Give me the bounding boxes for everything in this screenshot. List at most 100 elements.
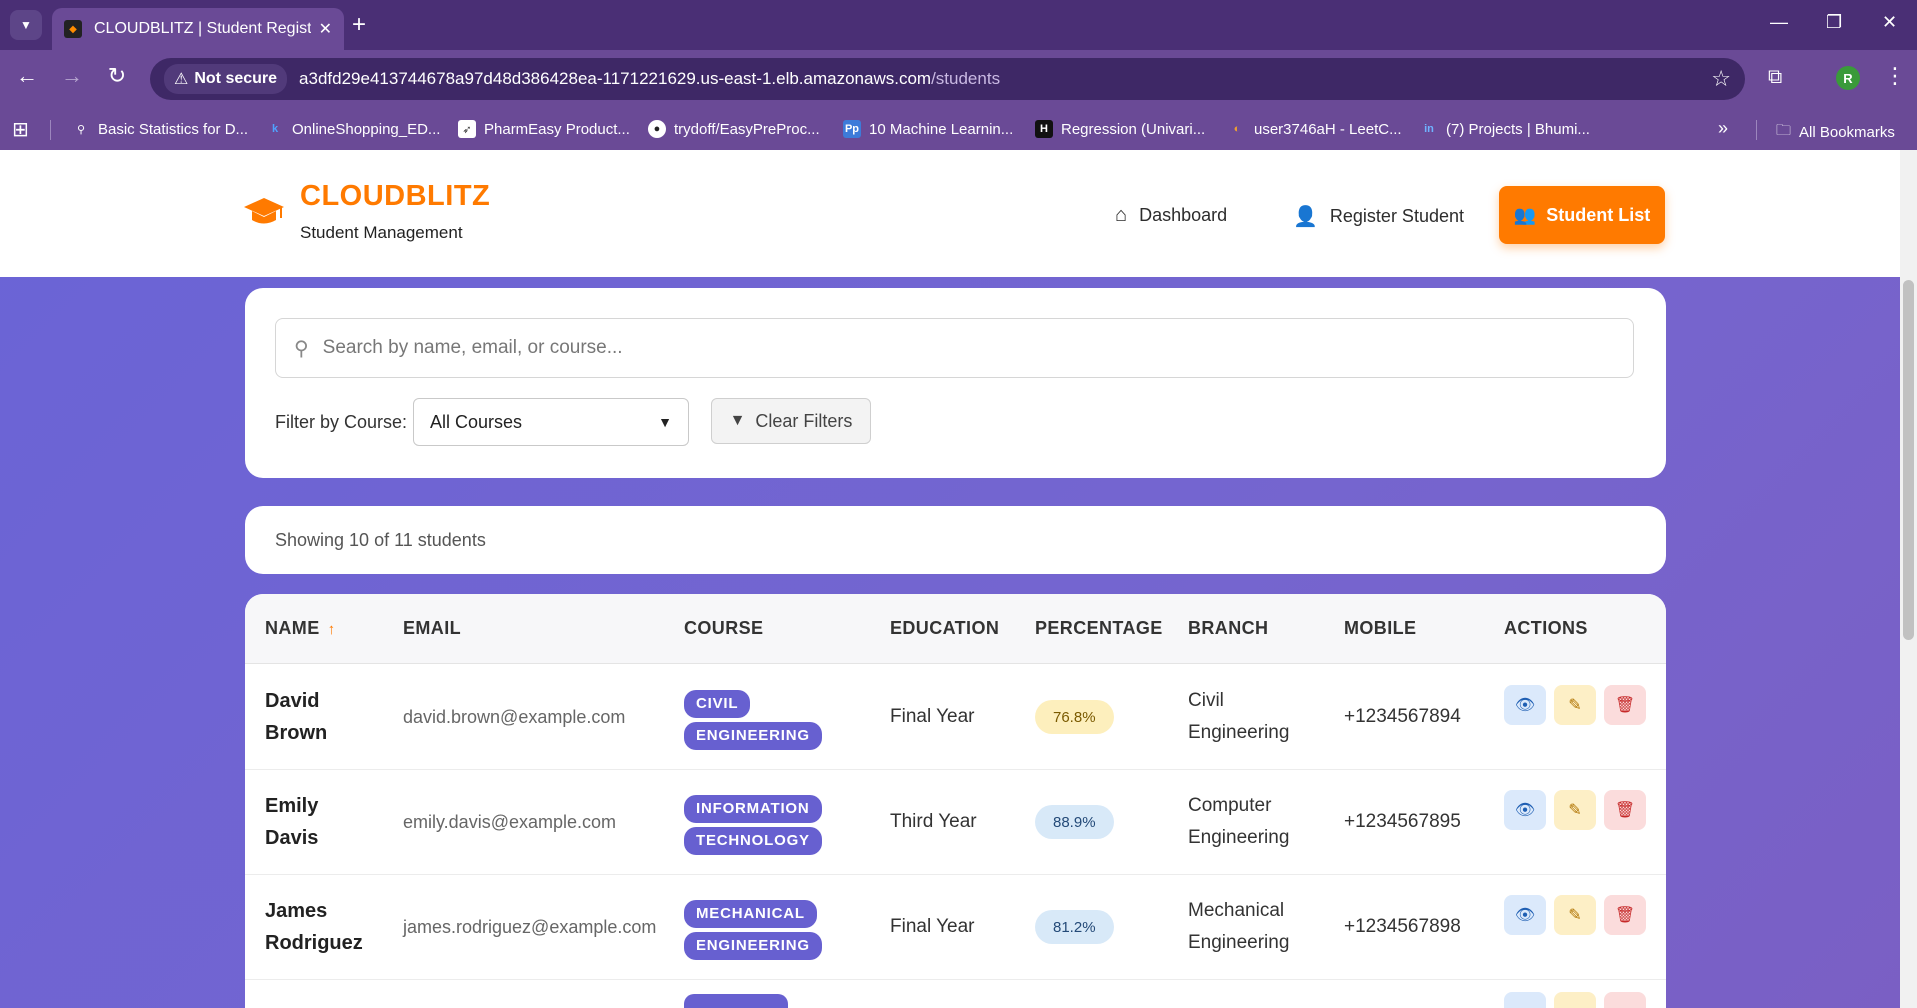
- view-button[interactable]: 👁: [1504, 895, 1546, 935]
- edit-button[interactable]: ✎: [1554, 895, 1596, 935]
- edit-button[interactable]: ✎: [1554, 685, 1596, 725]
- nav-register-label: Register Student: [1329, 206, 1464, 226]
- address-bar[interactable]: ⚠ Not secure a3dfd29e413744678a97d48d386…: [150, 58, 1745, 100]
- profile-avatar[interactable]: R: [1836, 66, 1860, 90]
- nav-student-list[interactable]: 👥 Student List: [1499, 186, 1665, 244]
- course-badge-line: INFORMATION: [684, 795, 822, 823]
- percentage-badge: 76.8%: [1035, 700, 1114, 734]
- view-button-partial[interactable]: [1504, 992, 1546, 1008]
- h-icon: H: [1035, 120, 1053, 138]
- view-button[interactable]: 👁: [1504, 685, 1546, 725]
- bookmark-item[interactable]: H Regression (Univari...: [1035, 120, 1205, 138]
- student-email: david.brown@example.com: [403, 707, 626, 727]
- trash-icon: 🗑: [1614, 802, 1636, 819]
- close-window-icon[interactable]: ✕: [1882, 12, 1897, 33]
- back-arrow-icon[interactable]: ←: [12, 63, 42, 89]
- course-filter-label: Filter by Course:: [275, 412, 408, 432]
- results-count: Showing 10 of 11 students: [275, 530, 486, 550]
- name-line: Brown: [265, 722, 328, 744]
- delete-button[interactable]: 🗑: [1604, 685, 1646, 725]
- all-bookmarks-button[interactable]: 🗀 All Bookmarks: [1776, 120, 1895, 145]
- apps-grid-icon[interactable]: ⊞: [12, 117, 29, 142]
- branch-line: Mechanical: [1188, 900, 1285, 921]
- brand-title[interactable]: CLOUDBLITZ: [300, 180, 490, 213]
- bookmark-item[interactable]: Pp 10 Machine Learnin...: [843, 120, 1013, 138]
- student-education: Third Year: [890, 811, 977, 832]
- column-header-mobile[interactable]: MOBILE: [1344, 618, 1416, 639]
- minimize-window-icon[interactable]: —: [1770, 12, 1788, 33]
- column-header-course[interactable]: COURSE: [684, 618, 763, 639]
- table-row: David Brown david.brown@example.com CIVI…: [245, 665, 1666, 770]
- extensions-icon[interactable]: ⧉: [1768, 66, 1782, 89]
- branch-line: Computer: [1188, 795, 1272, 816]
- close-tab-icon[interactable]: ✕: [319, 19, 332, 39]
- browser-menu-icon[interactable]: ⋮: [1884, 63, 1906, 89]
- all-bookmarks-label: All Bookmarks: [1799, 124, 1895, 141]
- students-table: NAME ↑ EMAIL COURSE EDUCATION PERCENTAGE …: [245, 594, 1666, 1008]
- bookmark-label: trydoff/EasyPreProc...: [674, 120, 820, 138]
- security-label: Not secure: [194, 70, 278, 87]
- reload-icon[interactable]: ↻: [102, 63, 132, 89]
- page-scrollbar[interactable]: [1900, 150, 1917, 1008]
- column-header-email[interactable]: EMAIL: [403, 618, 461, 639]
- name-line: Davis: [265, 827, 319, 849]
- bookmark-item[interactable]: in (7) Projects | Bhumi...: [1420, 120, 1590, 138]
- student-name: James Rodriguez: [265, 895, 363, 959]
- bookmark-item[interactable]: ◐ user3746aH - LeetC...: [1228, 120, 1402, 138]
- restore-window-icon[interactable]: ❐: [1826, 12, 1842, 33]
- edit-button[interactable]: ✎: [1554, 790, 1596, 830]
- bookmark-label: Regression (Univari...: [1061, 120, 1206, 138]
- clear-filters-button[interactable]: ▼ Clear Filters: [711, 398, 871, 444]
- bookmark-star-icon[interactable]: ☆: [1711, 66, 1731, 92]
- delete-button[interactable]: 🗑: [1604, 895, 1646, 935]
- nav-dashboard-label: Dashboard: [1139, 205, 1228, 225]
- linkedin-icon: in: [1424, 123, 1434, 135]
- student-name: Emily Davis: [265, 790, 318, 854]
- browser-tab[interactable]: ◆ CLOUDBLITZ | Student Registrat ✕: [52, 8, 344, 50]
- table-row: James Rodriguez james.rodriguez@example.…: [245, 875, 1666, 980]
- tab-title: CLOUDBLITZ | Student Registrat: [94, 20, 311, 37]
- url-path: /students: [931, 69, 1001, 88]
- name-line: Rodriguez: [265, 932, 363, 954]
- chevron-down-icon: ▼: [20, 18, 32, 32]
- bookmark-item[interactable]: k OnlineShopping_ED...: [266, 120, 441, 138]
- tab-search-button[interactable]: ▼: [10, 10, 42, 40]
- more-bookmarks-icon[interactable]: »: [1718, 118, 1728, 139]
- leetcode-icon: ◐: [1233, 123, 1241, 135]
- course-filter-select[interactable]: All Courses ▼: [413, 398, 689, 446]
- course-filter-value: All Courses: [430, 411, 523, 432]
- folder-icon: 🗀: [1776, 122, 1792, 139]
- nav-student-list-label: Student List: [1546, 204, 1651, 225]
- scrollbar-thumb[interactable]: [1903, 280, 1914, 640]
- student-mobile: +1234567894: [1344, 706, 1461, 727]
- column-header-name[interactable]: NAME ↑: [265, 618, 336, 639]
- new-tab-button[interactable]: +: [352, 12, 366, 38]
- view-button[interactable]: 👁: [1504, 790, 1546, 830]
- search-icon: ⚲: [76, 123, 86, 136]
- branch-line: Civil: [1188, 690, 1224, 711]
- browser-tab-bar: ▼ ◆ CLOUDBLITZ | Student Registrat ✕ + —…: [0, 0, 1917, 50]
- student-email: james.rodriguez@example.com: [403, 917, 657, 937]
- name-line: James: [265, 900, 328, 922]
- nav-register-student[interactable]: 👤 Register Student: [1293, 204, 1464, 229]
- eye-icon: 👁: [1514, 907, 1536, 924]
- search-input[interactable]: ⚲ Search by name, email, or course...: [275, 318, 1634, 378]
- course-badge-line: TECHNOLOGY: [684, 827, 822, 855]
- bookmark-item[interactable]: ⚲ Basic Statistics for D...: [72, 120, 248, 138]
- column-header-education[interactable]: EDUCATION: [890, 618, 999, 639]
- course-badge: INFORMATION TECHNOLOGY: [684, 795, 822, 855]
- bookmark-item[interactable]: ➶ PharmEasy Product...: [458, 120, 630, 138]
- delete-button[interactable]: 🗑: [1604, 790, 1646, 830]
- student-education: Final Year: [890, 706, 975, 727]
- bookmark-item[interactable]: ● trydoff/EasyPreProc...: [648, 120, 820, 138]
- delete-button-partial[interactable]: [1604, 992, 1646, 1008]
- table-header: NAME ↑ EMAIL COURSE EDUCATION PERCENTAGE …: [245, 594, 1666, 664]
- student-education: Final Year: [890, 916, 975, 937]
- forward-arrow-icon[interactable]: →: [57, 63, 87, 89]
- column-header-branch[interactable]: BRANCH: [1188, 618, 1268, 639]
- column-header-percentage[interactable]: PERCENTAGE: [1035, 618, 1163, 639]
- course-badge-partial: [684, 994, 788, 1008]
- nav-dashboard[interactable]: ⌂ Dashboard: [1115, 204, 1227, 227]
- security-indicator[interactable]: ⚠ Not secure: [164, 64, 288, 94]
- edit-button-partial[interactable]: [1554, 992, 1596, 1008]
